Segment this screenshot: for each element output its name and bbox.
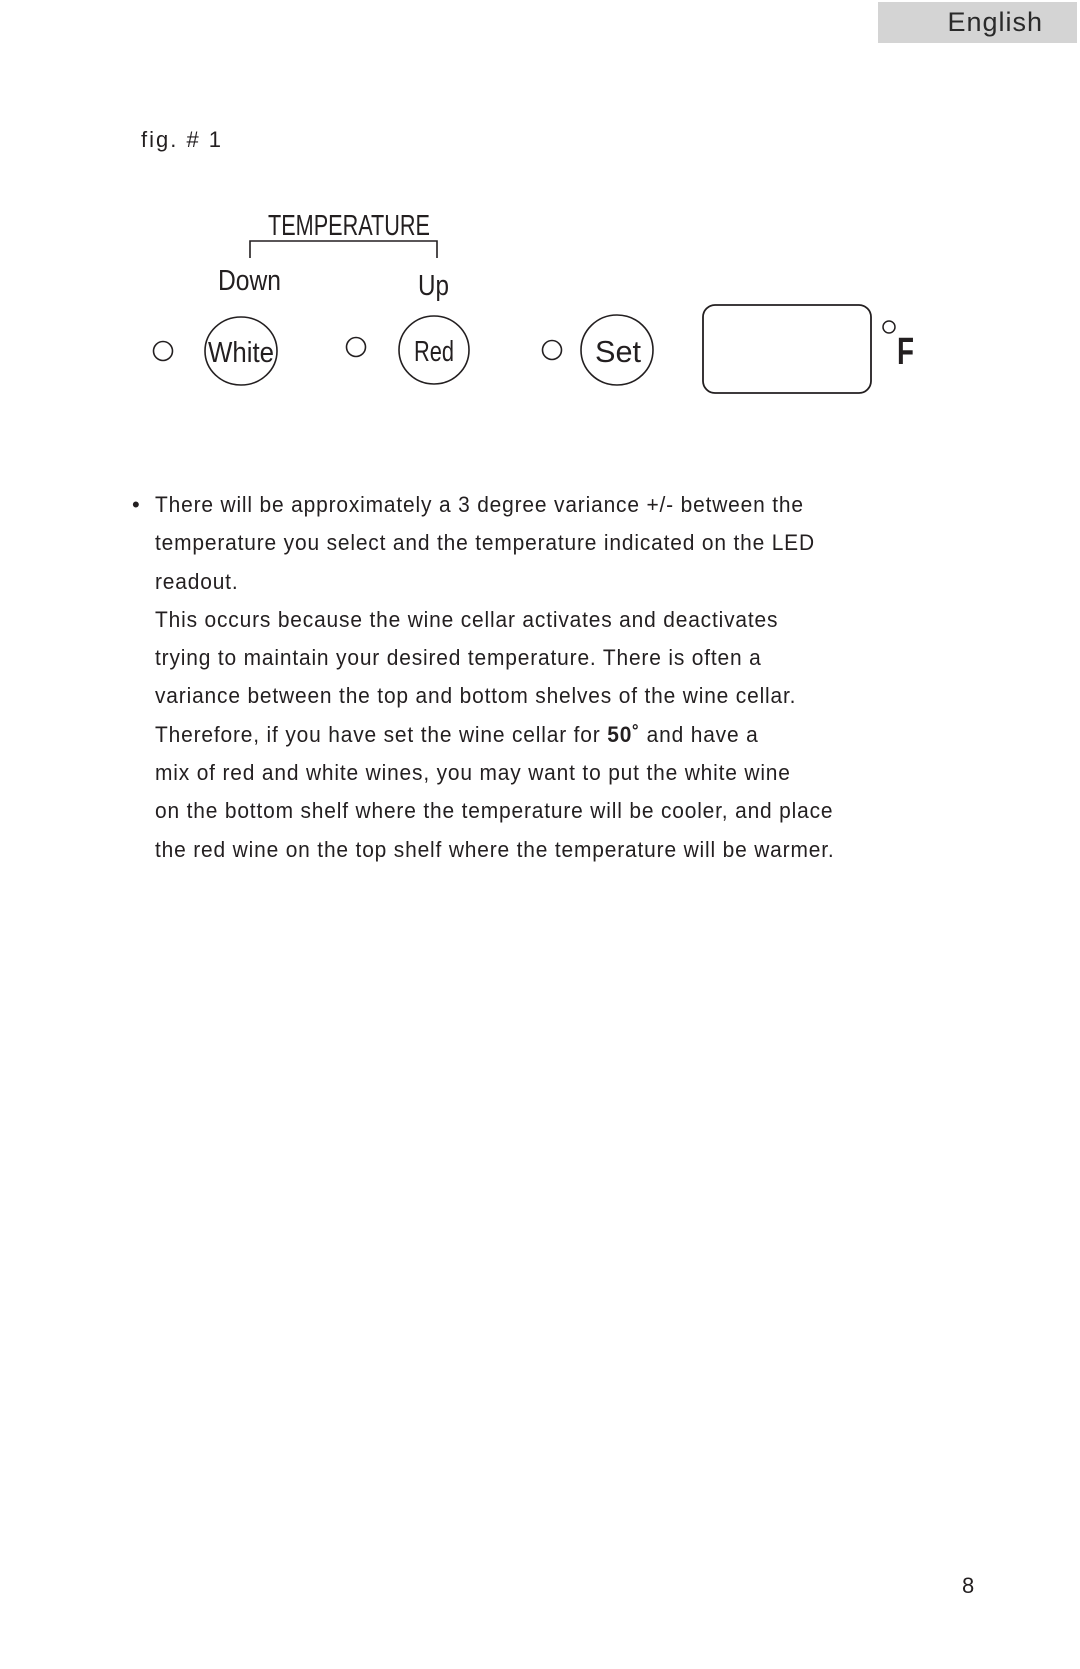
red-button-label[interactable]: Red — [414, 336, 454, 368]
red-indicator-led — [345, 336, 367, 358]
white-button-label[interactable]: White — [208, 337, 274, 369]
page-number: 8 — [962, 1573, 975, 1598]
fahrenheit-unit: F — [897, 331, 914, 373]
body-line: This occurs because the wine cellar acti… — [155, 606, 779, 632]
body-line: mix of red and white wines, you may want… — [155, 760, 791, 786]
up-label: Up — [418, 270, 449, 302]
control-panel-svg: TEMPERATURE Down Up White Red Set F — [152, 210, 914, 394]
set-indicator-led — [541, 339, 563, 361]
red-button[interactable]: Red — [398, 315, 470, 385]
control-panel-diagram: TEMPERATURE Down Up White Red Set F — [0, 0, 1080, 420]
led-display — [702, 304, 872, 394]
body-paragraph: There will be approximately a 3 degree v… — [155, 486, 973, 869]
degree-symbol-icon — [882, 320, 896, 334]
body-line: Therefore, if you have set the wine cell… — [155, 716, 973, 754]
set-button[interactable]: Set — [580, 314, 654, 386]
body-line: variance between the top and bottom shel… — [155, 683, 797, 709]
white-indicator-led — [152, 340, 174, 362]
set-button-label[interactable]: Set — [595, 334, 641, 369]
temperature-group-label: TEMPERATURE — [268, 210, 430, 242]
body-line: the red wine on the top shelf where the … — [155, 836, 835, 862]
body-line: on the bottom shelf where the temperatur… — [155, 798, 834, 824]
temperature-bracket — [249, 240, 438, 258]
body-line: There will be approximately a 3 degree v… — [155, 492, 804, 517]
white-button[interactable]: White — [204, 316, 278, 386]
temperature-value: 50˚ — [607, 721, 641, 747]
body-line: readout. — [155, 568, 239, 594]
down-label: Down — [218, 265, 281, 297]
body-line: temperature you select and the temperatu… — [155, 530, 815, 556]
body-line-segment: Therefore, if you have set the wine cell… — [155, 721, 608, 747]
bullet-marker: • — [132, 492, 140, 517]
body-line: trying to maintain your desired temperat… — [155, 645, 762, 671]
body-line-segment: and have a — [640, 721, 759, 747]
